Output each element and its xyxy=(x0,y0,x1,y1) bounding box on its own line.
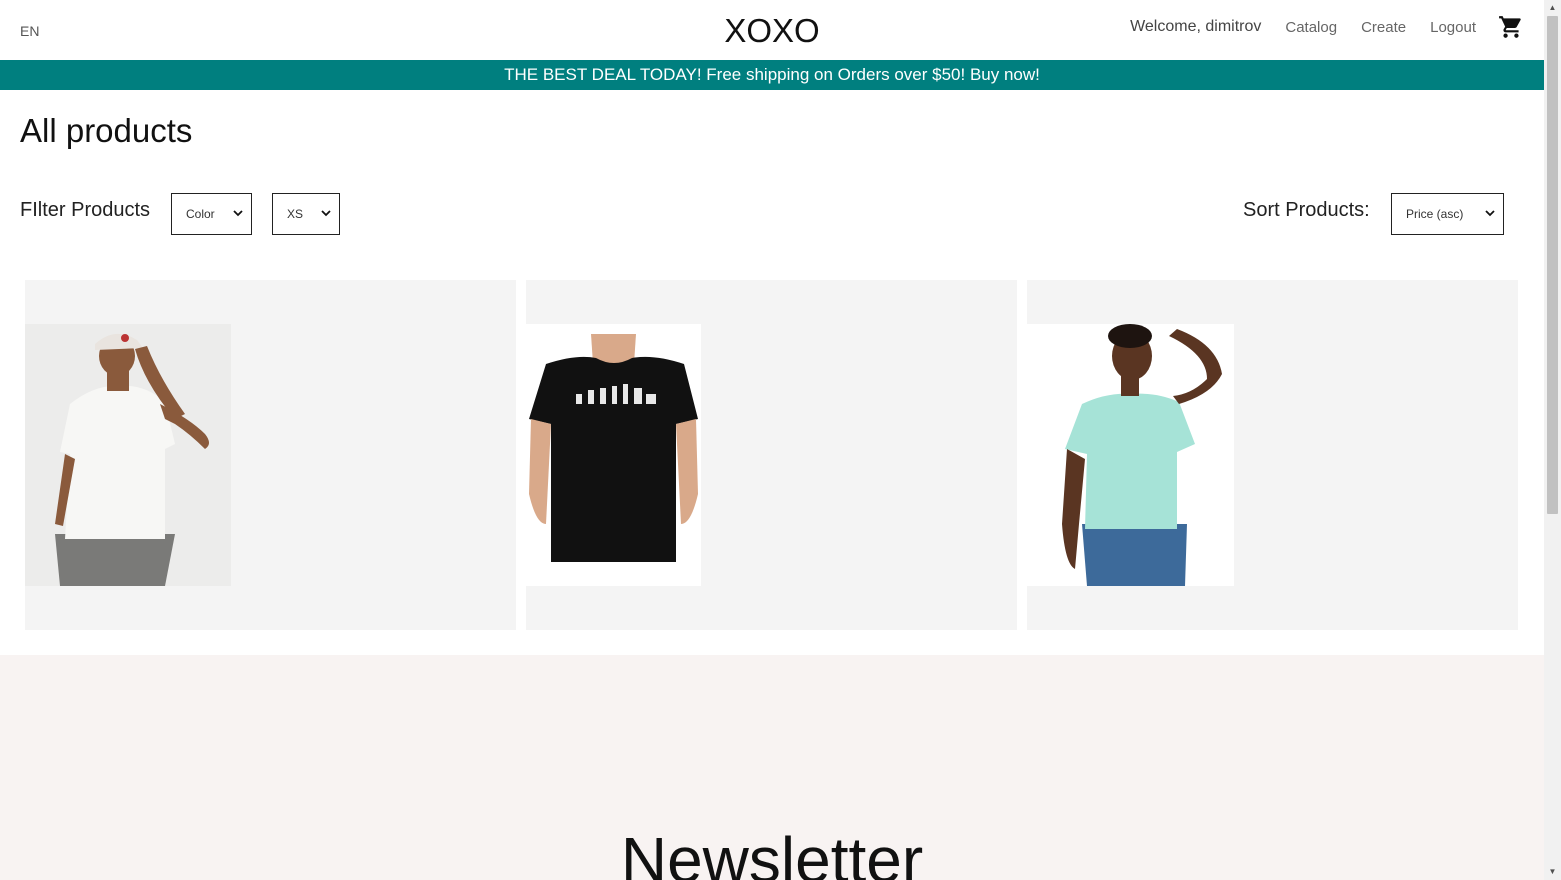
main-nav: Welcome, dimitrov Catalog Create Logout xyxy=(1130,14,1524,40)
page-scrollbar[interactable]: ▲ ▼ xyxy=(1544,0,1561,880)
page-title: All products xyxy=(20,112,193,149)
site-header: EN XOXO Welcome, dimitrov Catalog Create… xyxy=(0,0,1544,60)
sort-products-label: Sort Products: xyxy=(1243,199,1370,221)
color-filter-select[interactable]: Color xyxy=(171,193,252,235)
size-filter-value: XS xyxy=(287,207,304,221)
shopping-cart-icon[interactable] xyxy=(1498,14,1524,40)
page-content: EN XOXO Welcome, dimitrov Catalog Create… xyxy=(0,0,1544,880)
chevron-down-icon xyxy=(321,209,331,220)
size-filter-select[interactable]: XS xyxy=(272,193,340,235)
chevron-down-icon xyxy=(1485,209,1495,220)
sort-select[interactable]: Price (asc) xyxy=(1391,193,1504,235)
welcome-message: Welcome, dimitrov xyxy=(1130,18,1262,35)
nav-create-link[interactable]: Create xyxy=(1361,19,1406,36)
scrollbar-thumb[interactable] xyxy=(1547,16,1558,514)
product-image[interactable] xyxy=(25,324,231,586)
scroll-up-arrow-icon[interactable]: ▲ xyxy=(1544,0,1561,16)
page: EN XOXO Welcome, dimitrov Catalog Create… xyxy=(0,0,1561,880)
chevron-down-icon xyxy=(233,209,243,220)
product-card[interactable] xyxy=(25,280,516,630)
filter-products-label: FIlter Products xyxy=(20,199,151,221)
newsletter-title: Newsletter xyxy=(620,824,924,880)
product-card[interactable] xyxy=(1027,280,1518,630)
nav-logout-link[interactable]: Logout xyxy=(1430,19,1476,36)
color-filter-value: Color xyxy=(186,207,215,221)
sort-select-value: Price (asc) xyxy=(1406,207,1464,221)
scroll-down-arrow-icon[interactable]: ▼ xyxy=(1544,864,1561,880)
promo-banner: THE BEST DEAL TODAY! Free shipping on Or… xyxy=(0,60,1544,90)
product-image[interactable] xyxy=(526,324,701,586)
product-card[interactable] xyxy=(526,280,1017,630)
newsletter-section: Newsletter xyxy=(0,655,1544,880)
product-image[interactable] xyxy=(1027,324,1234,586)
nav-catalog-link[interactable]: Catalog xyxy=(1285,19,1337,36)
product-grid xyxy=(25,280,1518,630)
